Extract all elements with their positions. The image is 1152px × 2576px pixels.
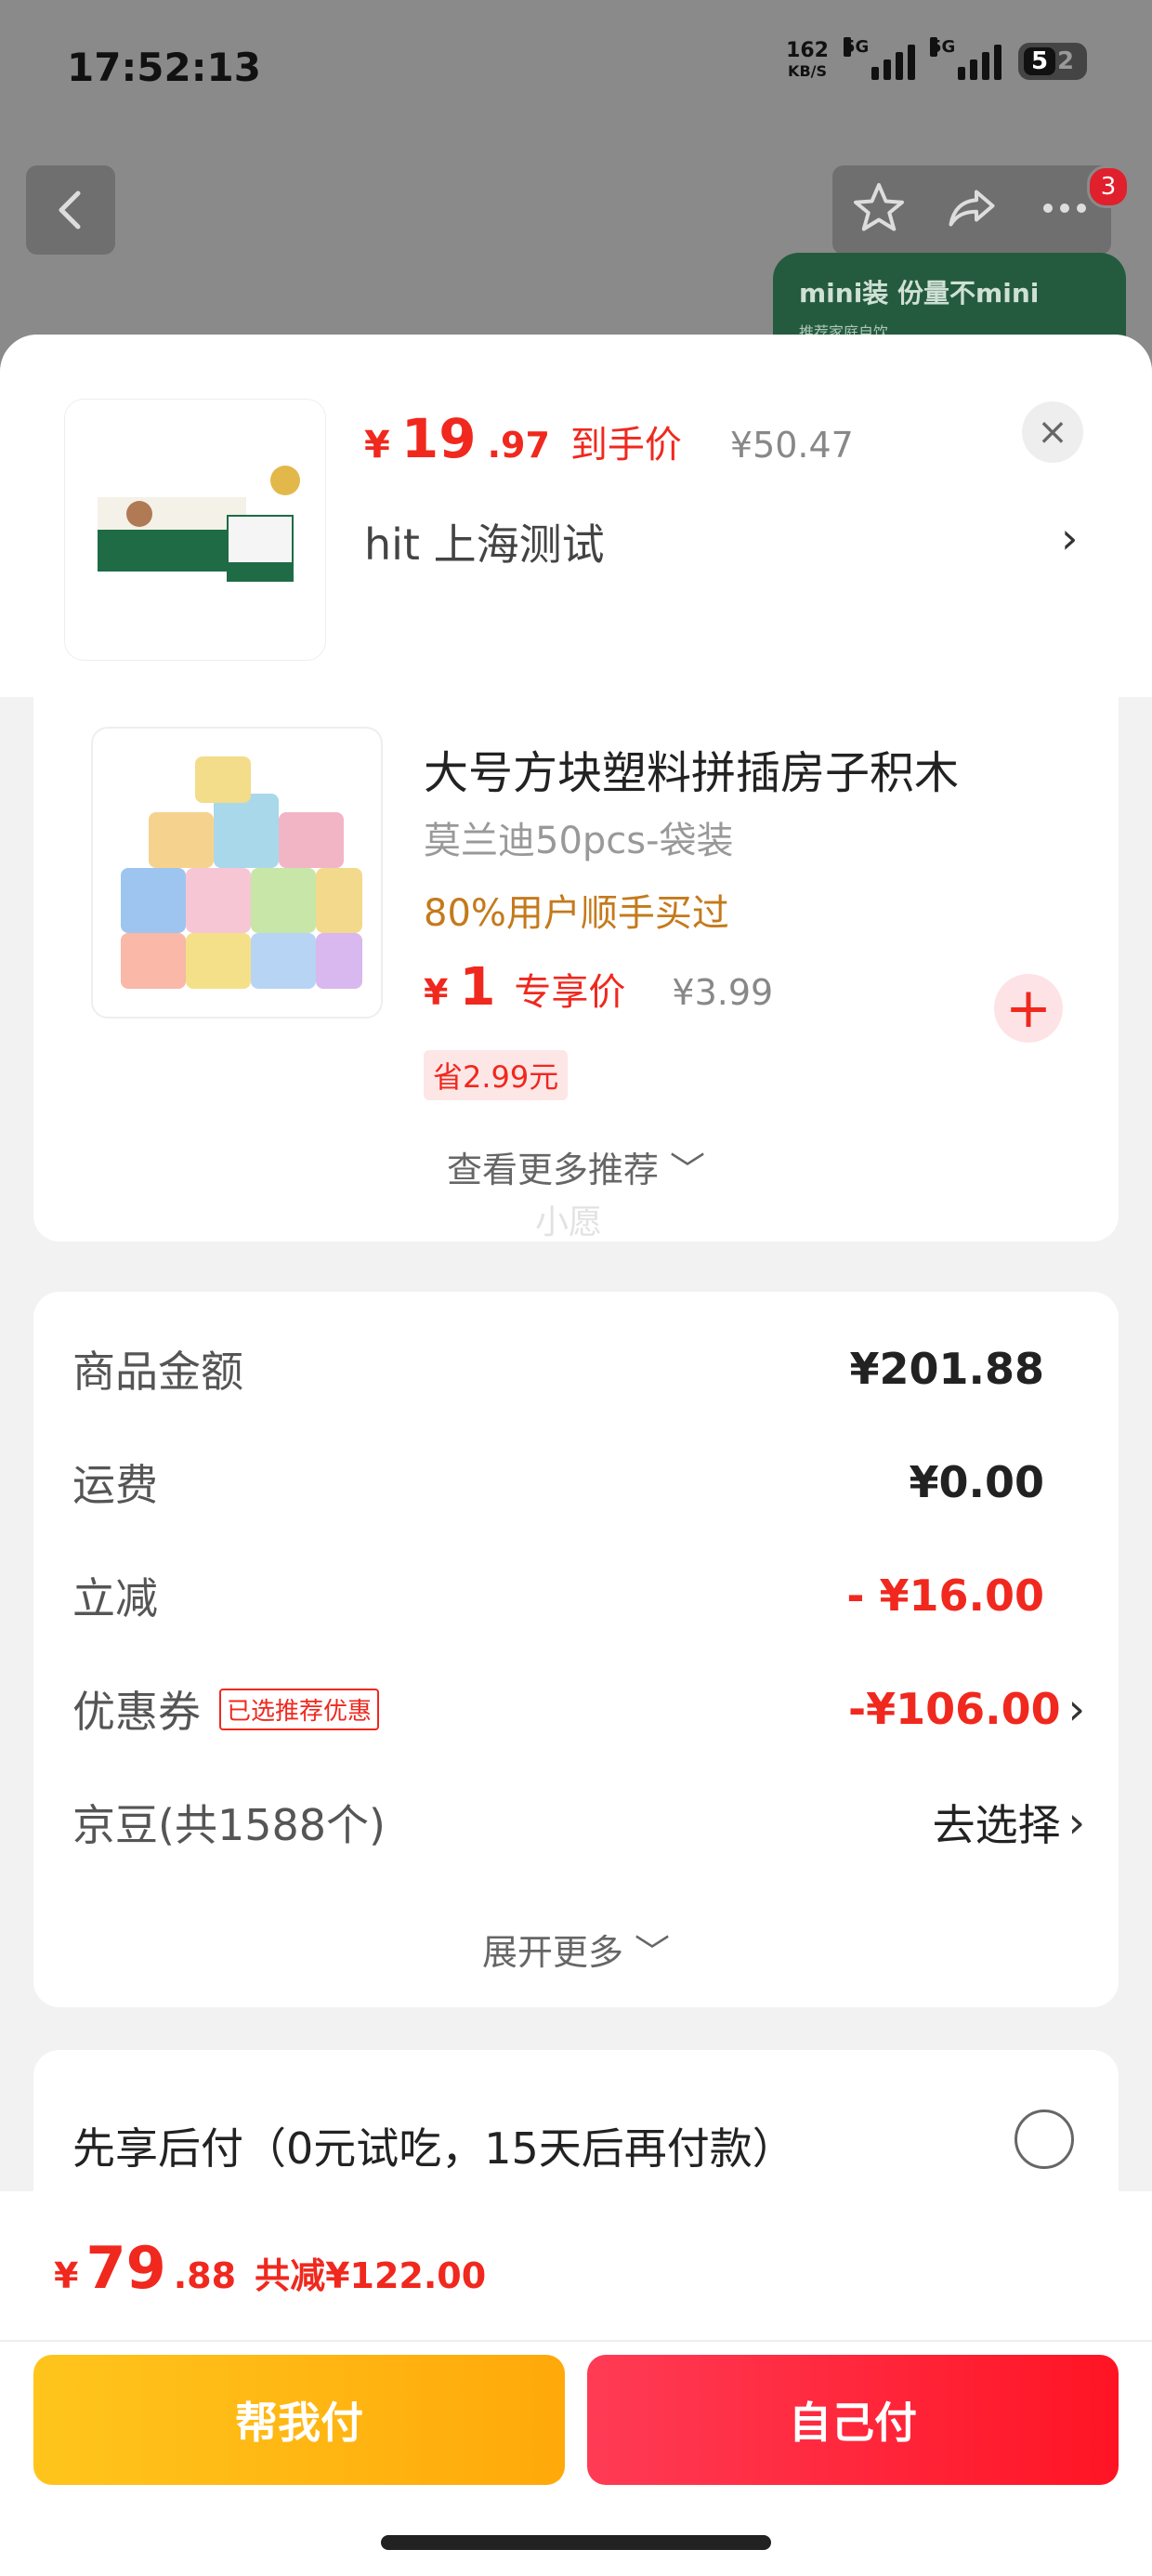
recommendation-image[interactable] <box>91 727 383 1019</box>
divider <box>0 2340 1152 2342</box>
close-button[interactable]: × <box>1022 401 1083 463</box>
summary-label: 立减 <box>72 1573 158 1623</box>
checkout-sheet: 大号方块塑料拼插房子积木 莫兰迪50pcs-袋装 80%用户顺手买过 ¥ 1 专… <box>0 335 1152 2576</box>
summary-value: ¥0.00 <box>909 1457 1044 1507</box>
recommendation-price: ¥ 1 专享价 ¥3.99 <box>424 957 773 1018</box>
original-price: ¥3.99 <box>672 972 774 1013</box>
pay-myself-button[interactable]: 自己付 <box>587 2355 1119 2485</box>
pay-later-text: 先享后付（0元试吃，15天后再付款） <box>72 2123 795 2174</box>
original-price: ¥50.47 <box>729 425 854 466</box>
sheet-header: ¥19.97 到手价 ¥50.47 × hit 上海测试 › <box>0 335 1152 697</box>
watermark: 小愿 <box>535 1203 603 1242</box>
chevron-right-icon: › <box>1067 1797 1085 1847</box>
add-to-order-button[interactable]: + <box>994 974 1063 1043</box>
summary-label: 运费 <box>72 1460 158 1510</box>
total-savings: 共减¥122.00 <box>255 2255 487 2296</box>
see-more-recommendations[interactable]: 查看更多推荐 ﹀ <box>33 1141 1119 1192</box>
price-decimal: .88 <box>173 2255 237 2296</box>
price-currency: ¥ <box>54 2255 79 2296</box>
price-tag: 专享价 <box>514 971 626 1014</box>
summary-row-goods: 商品金额 ¥201.88 <box>72 1338 1085 1400</box>
battery-digit: 2 <box>1057 47 1075 75</box>
net-speed-value: 162 <box>786 39 829 62</box>
total-price: ¥79.88 共减¥122.00 <box>54 2234 486 2302</box>
status-time: 17:52:13 <box>67 45 261 90</box>
signal-icon: 5G <box>930 37 1001 80</box>
summary-value: 去选择 <box>932 1800 1061 1850</box>
signal-label: 5G <box>930 37 956 57</box>
battery-level: 525 <box>1024 47 1055 75</box>
summary-label: 优惠券 <box>72 1687 201 1737</box>
delivery-address[interactable]: hit 上海测试 <box>364 511 605 572</box>
chevron-right-icon[interactable]: › <box>1061 513 1078 563</box>
status-indicators: 162 KB/S 5G 5G 525 2 <box>786 37 1087 82</box>
back-button[interactable] <box>26 165 115 255</box>
chevron-left-icon <box>59 191 81 230</box>
price-currency: ¥ <box>424 972 449 1013</box>
summary-row-coupon[interactable]: 优惠券 已选推荐优惠 -¥106.00 › <box>72 1678 1085 1740</box>
price-integer: 79 <box>85 2234 166 2302</box>
summary-row-jingdou[interactable]: 京豆(共1588个) 去选择 › <box>72 1792 1085 1853</box>
bottom-bar: ¥79.88 共减¥122.00 帮我付 自己付 <box>0 2191 1152 2576</box>
product-price: ¥19.97 到手价 ¥50.47 <box>364 407 854 470</box>
recommendation-spec: 莫兰迪50pcs-袋装 <box>424 820 734 862</box>
coupon-value-group: -¥106.00 › <box>848 1684 1085 1734</box>
recommendation-card: 大号方块塑料拼插房子积木 莫兰迪50pcs-袋装 80%用户顺手买过 ¥ 1 专… <box>33 688 1119 1242</box>
toy-blocks-image <box>121 756 362 989</box>
price-integer: 19 <box>400 407 477 470</box>
summary-value: -¥106.00 <box>847 1684 1061 1734</box>
help-me-pay-button[interactable]: 帮我付 <box>33 2355 565 2485</box>
final-price-label: 到手价 <box>569 424 682 467</box>
battery-icon: 525 2 <box>1018 43 1087 80</box>
coupon-label-group: 优惠券 已选推荐优惠 <box>72 1678 380 1740</box>
summary-label: 商品金额 <box>72 1347 243 1397</box>
recommendation-bought-text: 80%用户顺手买过 <box>424 892 729 935</box>
price-currency: ¥ <box>364 424 390 467</box>
jingdou-value-group: 去选择 › <box>933 1792 1085 1853</box>
net-speed: 162 KB/S <box>786 41 829 82</box>
share-icon[interactable] <box>944 180 1000 240</box>
signal-label: 5G <box>844 37 870 57</box>
recommendation-title[interactable]: 大号方块塑料拼插房子积木 <box>424 736 959 801</box>
chevron-right-icon: › <box>1067 1684 1085 1734</box>
notification-badge: 3 <box>1087 165 1130 208</box>
save-badge: 省2.99元 <box>424 1050 569 1100</box>
milk-box-image <box>98 466 300 582</box>
summary-row-shipping: 运费 ¥0.00 <box>72 1452 1085 1513</box>
coupon-tag: 已选推荐优惠 <box>219 1688 380 1730</box>
summary-row-discount: 立减 - ¥16.00 <box>72 1565 1085 1626</box>
summary-value: - ¥16.00 <box>846 1571 1044 1621</box>
star-icon[interactable] <box>851 180 907 240</box>
signal-icon: 5G <box>844 37 915 80</box>
top-actions <box>832 165 1111 255</box>
pay-later-radio[interactable] <box>1015 2109 1074 2169</box>
expand-more[interactable]: 展开更多 ﹀ <box>33 1924 1119 1975</box>
summary-value: ¥201.88 <box>849 1344 1044 1394</box>
summary-label: 京豆(共1588个) <box>72 1800 386 1850</box>
net-speed-unit: KB/S <box>788 62 828 80</box>
price-value: 1 <box>459 957 496 1018</box>
home-indicator[interactable] <box>381 2535 771 2550</box>
price-decimal: .97 <box>487 425 550 466</box>
price-summary-card: 商品金额 ¥201.88 运费 ¥0.00 立减 - ¥16.00 优惠券 已选… <box>33 1292 1119 2007</box>
product-image[interactable] <box>65 400 325 660</box>
more-icon[interactable] <box>1037 199 1093 221</box>
banner-title: mini装 份量不mini <box>799 278 1040 309</box>
